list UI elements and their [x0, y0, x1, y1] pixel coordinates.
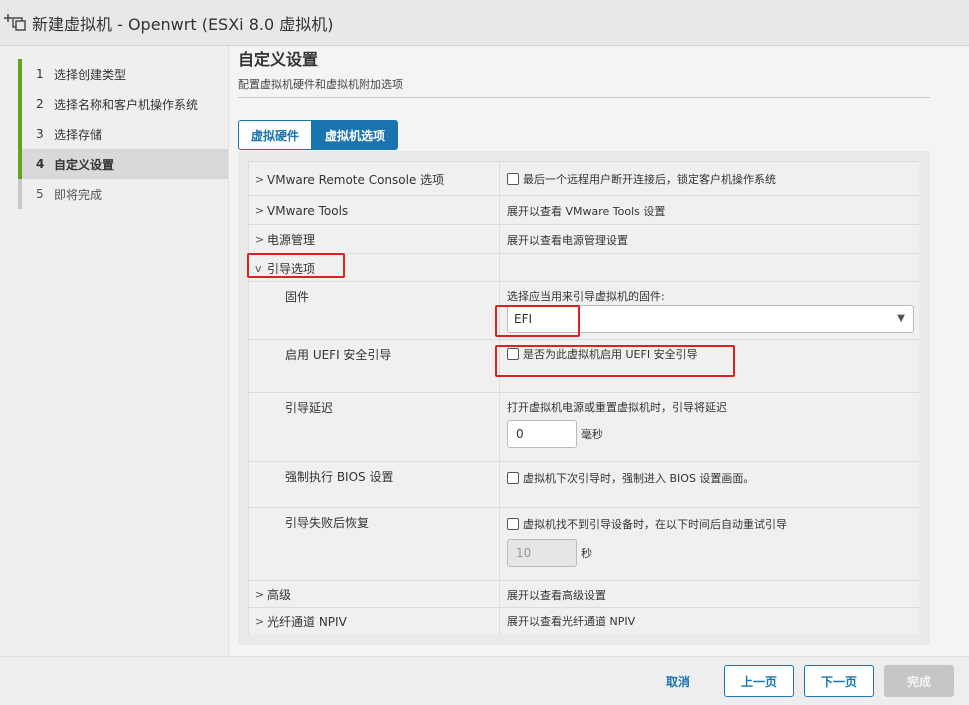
- options-panel: > VMware Remote Console 选项 最后一个远程用户断开连接后，…: [238, 151, 930, 645]
- row-value: 展开以查看高级设置: [507, 588, 606, 602]
- chevron-right-icon: >: [255, 172, 265, 186]
- page-subtitle: 配置虚拟机硬件和虚拟机附加选项: [238, 78, 403, 91]
- boot-delay-unit: 毫秒: [581, 428, 603, 441]
- row-label: VMware Tools: [267, 203, 349, 218]
- firmware-value: EFI: [514, 312, 533, 326]
- row-fibre-channel-npiv: > 光纤通道 NPIV 展开以查看光纤通道 NPIV: [249, 608, 919, 634]
- secure-boot-checkbox[interactable]: [507, 348, 519, 360]
- back-button[interactable]: 上一页: [724, 665, 794, 697]
- boot-delay-input[interactable]: 0: [507, 420, 577, 448]
- step-select-name-os[interactable]: 2 选择名称和客户机操作系统: [18, 89, 228, 119]
- step-label: 选择创建类型: [54, 67, 127, 82]
- force-bios-checkbox[interactable]: [507, 472, 519, 484]
- row-value: 展开以查看光纤通道 NPIV: [507, 615, 636, 628]
- firmware-hint: 选择应当用来引导虚拟机的固件:: [507, 290, 665, 303]
- step-number: 3: [36, 127, 44, 141]
- row-header[interactable]: > 高级: [255, 581, 291, 608]
- row-label: 高级: [267, 588, 292, 602]
- step-label: 自定义设置: [54, 157, 115, 172]
- row-force-bios: 强制执行 BIOS 设置 虚拟机下次引导时，强制进入 BIOS 设置画面。: [249, 462, 919, 508]
- row-label: 启用 UEFI 安全引导: [285, 347, 392, 362]
- row-value: 是否为此虚拟机启用 UEFI 安全引导: [523, 348, 698, 361]
- step-label: 即将完成: [54, 187, 103, 202]
- chevron-down-icon: v: [255, 261, 262, 275]
- step-number: 1: [36, 67, 44, 81]
- window-title: 新建虚拟机 - Openwrt (ESXi 8.0 虚拟机): [32, 14, 334, 34]
- row-firmware: 固件 选择应当用来引导虚拟机的固件: EFI ▼: [249, 282, 919, 340]
- title-bar: 新建虚拟机 - Openwrt (ESXi 8.0 虚拟机): [0, 0, 969, 46]
- boot-delay-hint: 打开虚拟机电源或重置虚拟机时，引导将延迟: [507, 401, 727, 414]
- step-select-creation-type[interactable]: 1 选择创建类型: [18, 59, 228, 89]
- row-label: 固件: [285, 289, 310, 304]
- step-number: 4: [36, 157, 45, 171]
- row-header[interactable]: > 电源管理: [255, 225, 315, 254]
- finish-button: 完成: [884, 665, 954, 697]
- step-number: 2: [36, 97, 44, 111]
- row-value: 展开以查看 VMware Tools 设置: [507, 204, 666, 218]
- row-value: 虚拟机找不到引导设备时，在以下时间后自动重试引导: [523, 518, 787, 531]
- firmware-select[interactable]: EFI ▼: [507, 305, 914, 333]
- row-vmrc: > VMware Remote Console 选项 最后一个远程用户断开连接后，…: [249, 162, 919, 196]
- step-label: 选择名称和客户机操作系统: [54, 97, 199, 112]
- row-header[interactable]: v 引导选项: [255, 254, 315, 282]
- divider: [238, 97, 930, 98]
- wizard-steps: 1 选择创建类型 2 选择名称和客户机操作系统 3 选择存储 4 自定义设置 5 即将完成: [0, 46, 229, 656]
- chevron-right-icon: >: [255, 204, 265, 217]
- row-boot-delay: 引导延迟 打开虚拟机电源或重置虚拟机时，引导将延迟 0 毫秒: [249, 393, 919, 462]
- row-value: 最后一个远程用户断开连接后，锁定客户机操作系统: [523, 173, 776, 186]
- chevron-right-icon: >: [255, 614, 265, 628]
- tab-virtual-hardware[interactable]: 虚拟硬件: [238, 120, 313, 150]
- row-label: 强制执行 BIOS 设置: [285, 469, 394, 484]
- row-value: 虚拟机下次引导时，强制进入 BIOS 设置画面。: [523, 472, 755, 485]
- row-boot-options: v 引导选项: [249, 254, 919, 282]
- row-advanced: > 高级 展开以查看高级设置: [249, 581, 919, 608]
- retry-delay-input: 10: [507, 539, 577, 567]
- step-customize-settings[interactable]: 4 自定义设置: [18, 149, 228, 179]
- row-label: 引导延迟: [285, 400, 334, 415]
- row-power-management: > 电源管理 展开以查看电源管理设置: [249, 225, 919, 254]
- failed-boot-checkbox[interactable]: [507, 518, 519, 530]
- chevron-right-icon: >: [255, 233, 265, 246]
- row-label: 引导选项: [267, 261, 316, 276]
- chevron-right-icon: >: [255, 588, 265, 601]
- row-failed-boot-recovery: 引导失败后恢复 虚拟机找不到引导设备时，在以下时间后自动重试引导 10 秒: [249, 508, 919, 581]
- row-header[interactable]: > 光纤通道 NPIV: [255, 608, 347, 634]
- options-grid: > VMware Remote Console 选项 最后一个远程用户断开连接后，…: [248, 161, 919, 634]
- step-number: 5: [36, 187, 44, 201]
- row-value: 展开以查看电源管理设置: [507, 233, 628, 247]
- tab-bar: 虚拟硬件 虚拟机选项: [238, 120, 399, 150]
- vmrc-lock-checkbox[interactable]: [507, 173, 519, 185]
- row-label: 电源管理: [267, 233, 316, 247]
- new-vm-icon: [4, 13, 26, 31]
- row-uefi-secure-boot: 启用 UEFI 安全引导 是否为此虚拟机启用 UEFI 安全引导: [249, 340, 919, 393]
- retry-delay-unit: 秒: [581, 547, 592, 560]
- main-content: 自定义设置 配置虚拟机硬件和虚拟机附加选项 虚拟硬件 虚拟机选项 > VMware…: [229, 46, 969, 656]
- row-vmware-tools: > VMware Tools 展开以查看 VMware Tools 设置: [249, 196, 919, 225]
- cancel-button[interactable]: 取消: [648, 665, 708, 697]
- row-label: 光纤通道 NPIV: [267, 614, 347, 629]
- next-button[interactable]: 下一页: [804, 665, 874, 697]
- step-ready-to-complete: 5 即将完成: [18, 179, 228, 209]
- step-select-storage[interactable]: 3 选择存储: [18, 119, 228, 149]
- tab-vm-options[interactable]: 虚拟机选项: [312, 120, 399, 150]
- row-label: 引导失败后恢复: [285, 515, 370, 530]
- wizard-footer: 取消 上一页 下一页 完成: [0, 656, 969, 705]
- row-header[interactable]: > VMware Remote Console 选项: [255, 162, 444, 196]
- chevron-down-icon: ▼: [897, 313, 905, 324]
- page-title: 自定义设置: [238, 50, 319, 69]
- row-header[interactable]: > VMware Tools: [255, 196, 348, 225]
- step-label: 选择存储: [54, 127, 103, 142]
- row-label: VMware Remote Console 选项: [267, 172, 445, 187]
